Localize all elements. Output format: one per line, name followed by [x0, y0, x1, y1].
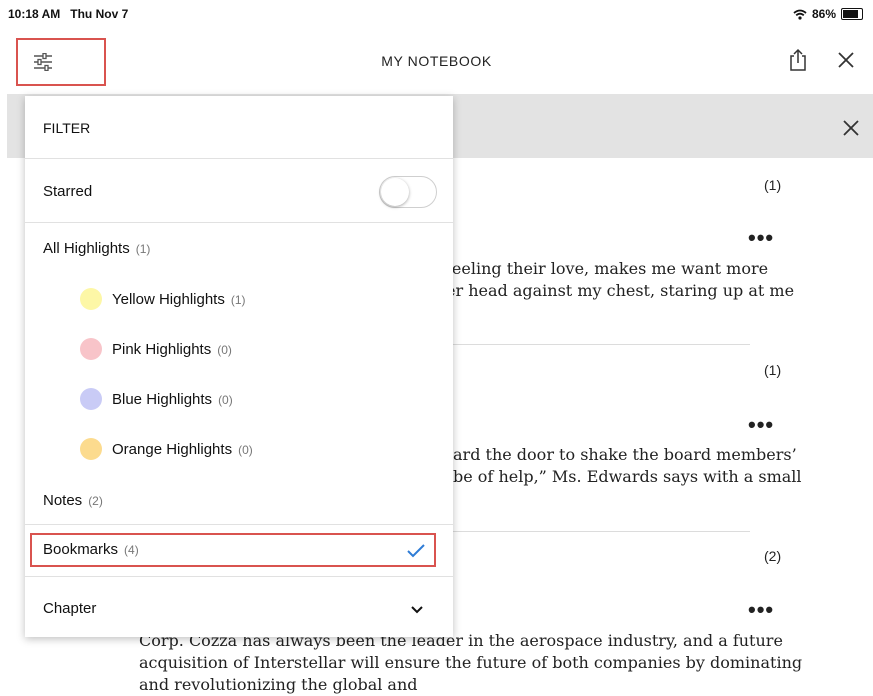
all-highlights-label: All Highlights — [43, 240, 130, 257]
divider — [25, 524, 453, 525]
divider — [25, 158, 453, 159]
pink-highlight-swatch — [80, 338, 102, 360]
more-options-icon[interactable]: ••• — [748, 414, 774, 436]
chapter-label: Chapter — [43, 600, 97, 617]
entry-text: ard the door to shake the board members’… — [453, 445, 802, 486]
filter-blue-highlights[interactable]: Blue Highlights (0) — [112, 391, 233, 409]
filter-heading: FILTER — [43, 120, 91, 136]
starred-toggle[interactable] — [379, 176, 437, 208]
blue-highlights-count: (0) — [218, 393, 233, 407]
entry-text: Corp. Cozza has always been the leader i… — [139, 631, 803, 694]
more-options-icon[interactable]: ••• — [748, 599, 774, 621]
notes-count: (2) — [88, 494, 103, 508]
orange-highlights-count: (0) — [238, 443, 253, 457]
divider — [25, 222, 453, 223]
starred-label: Starred — [43, 183, 93, 200]
filter-chapter[interactable]: Chapter — [43, 600, 96, 618]
notes-label: Notes — [43, 492, 83, 509]
yellow-highlights-count: (1) — [230, 293, 246, 307]
filter-notes[interactable]: Notes (2) — [43, 492, 103, 510]
blue-highlights-label: Blue Highlights — [112, 391, 213, 408]
orange-highlights-label: Orange Highlights — [112, 441, 233, 458]
filter-all-highlights[interactable]: All Highlights (1) — [43, 240, 150, 258]
checkmark-icon — [407, 544, 425, 558]
toggle-knob — [381, 178, 409, 206]
blue-highlight-swatch — [80, 388, 102, 410]
pink-highlights-count: (0) — [217, 343, 232, 357]
pink-highlights-label: Pink Highlights — [112, 341, 212, 358]
more-options-icon[interactable]: ••• — [748, 227, 774, 249]
filter-pink-highlights[interactable]: Pink Highlights (0) — [112, 341, 232, 359]
orange-highlight-swatch — [80, 438, 102, 460]
divider — [453, 531, 750, 532]
entry-count: (2) — [764, 548, 782, 564]
chevron-down-icon[interactable] — [409, 604, 425, 616]
divider — [25, 576, 453, 577]
all-highlights-count: (1) — [135, 242, 151, 256]
filter-bookmarks[interactable]: Bookmarks (4) — [30, 533, 436, 567]
filter-orange-highlights[interactable]: Orange Highlights (0) — [112, 441, 253, 459]
filter-yellow-highlights[interactable]: Yellow Highlights (1) — [112, 291, 246, 309]
filter-panel: FILTER Starred All Highlights (1) Yellow … — [25, 96, 453, 637]
entry-count: (1) — [764, 362, 782, 378]
entry-count: (1) — [764, 177, 782, 193]
divider — [453, 344, 750, 345]
entry-text: feeling their love, makes me want more e… — [446, 259, 795, 300]
yellow-highlights-label: Yellow Highlights — [112, 291, 225, 308]
bookmarks-label: Bookmarks — [43, 541, 119, 558]
yellow-highlight-swatch — [80, 288, 102, 310]
bookmarks-count: (4) — [124, 543, 139, 557]
